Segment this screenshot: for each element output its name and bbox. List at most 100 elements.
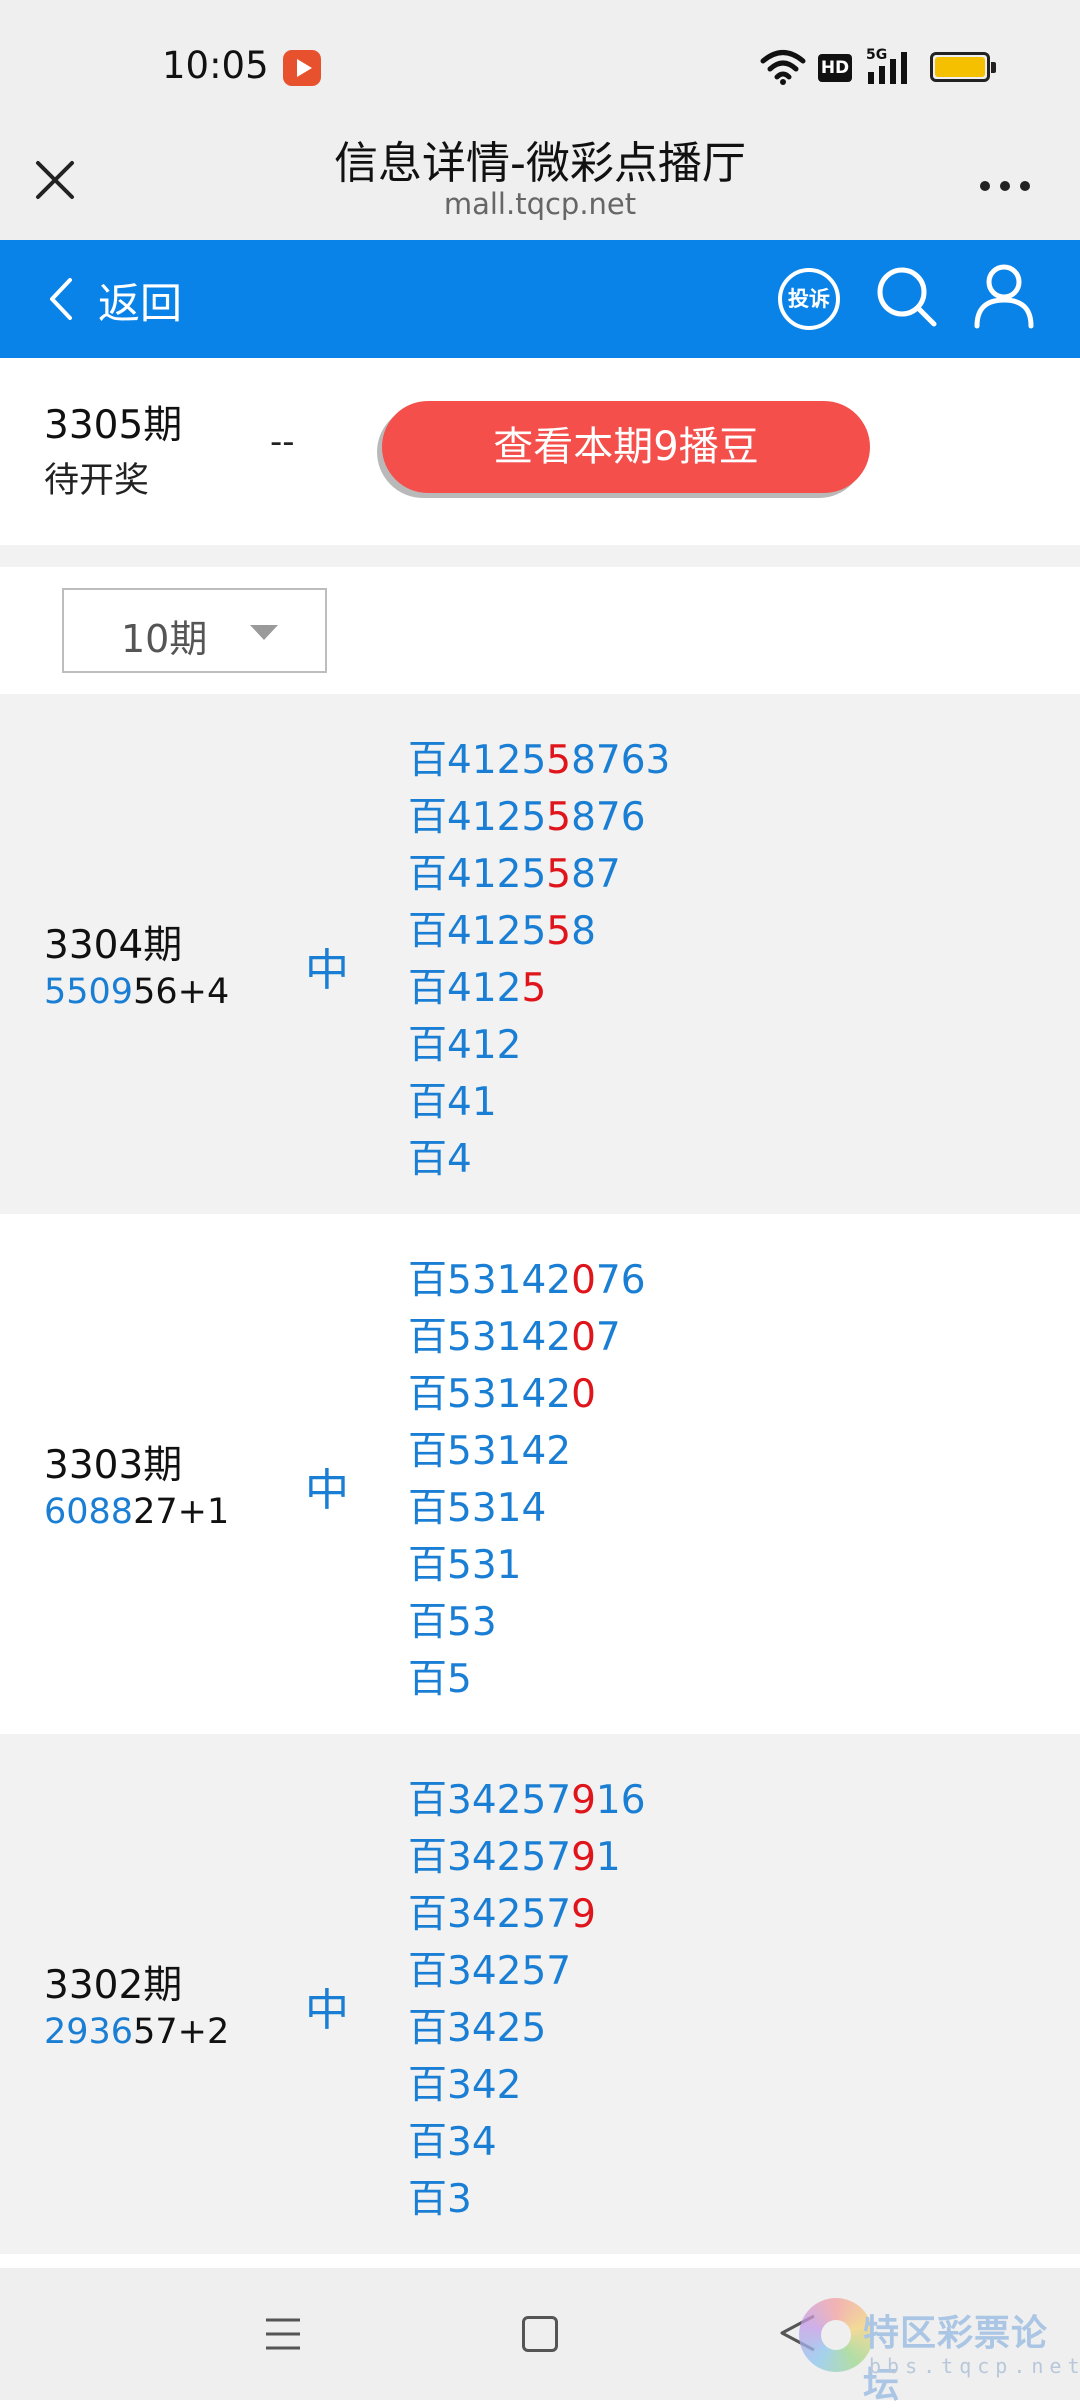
draw-period: 3303期 [44, 1443, 183, 1488]
period-count-value: 10期 [121, 617, 208, 661]
prediction-hit-digit: 5 [546, 795, 572, 840]
prediction-line: 百34 [408, 2114, 646, 2171]
prediction-prefix: 百 [408, 1600, 448, 1645]
prediction-list: 百412558763 百41255876 百4125587 百412558 百4125 百… [408, 732, 670, 1188]
prediction-tail: 8 [571, 909, 596, 954]
prediction-digits: 342 [447, 2063, 522, 2108]
prediction-prefix: 百 [408, 909, 448, 954]
prediction-digits: 412 [447, 966, 522, 1011]
prediction-digits: 34 [447, 2120, 497, 2165]
prediction-digits: 34257 [447, 1778, 572, 1823]
draw-result: 293657+2 [44, 2012, 229, 2052]
forum-logo-icon [799, 2298, 873, 2372]
hit-label: 中 [305, 1465, 349, 1516]
prediction-line: 百4 [408, 1131, 670, 1188]
more-options-icon[interactable] [975, 171, 1035, 201]
prediction-digits: 34257 [447, 1949, 572, 1994]
home-icon[interactable] [522, 2316, 558, 2352]
page-url: mall.tqcp.net [443, 187, 637, 221]
prediction-line: 百3 [408, 2171, 646, 2228]
prediction-prefix: 百 [408, 1372, 448, 1417]
period-count-select[interactable]: 10期 [62, 588, 327, 673]
prediction-hit-digit: 9 [571, 1835, 596, 1880]
back-chevron-icon[interactable] [48, 276, 74, 322]
prediction-prefix: 百 [408, 966, 448, 1011]
prediction-line: 百41255876 [408, 789, 670, 846]
draw-result: 550956+4 [44, 972, 229, 1012]
prediction-prefix: 百 [408, 2120, 448, 2165]
prediction-tail: 8763 [571, 738, 671, 783]
system-nav-bar: 特区彩票论坛 bbs.tqcp.net [0, 2268, 1080, 2406]
prediction-line: 百34257916 [408, 1772, 646, 1829]
back-link[interactable]: 返回 [98, 270, 182, 331]
prediction-line: 百4125587 [408, 846, 670, 903]
prediction-line: 百53142 [408, 1423, 646, 1480]
draw-result: 608827+1 [44, 1492, 229, 1532]
view-prediction-button[interactable]: 查看本期9播豆 [382, 401, 870, 493]
current-issue-panel: 3305期 待开奖 -- 查看本期9播豆 [0, 358, 1080, 545]
menu-icon[interactable] [264, 2316, 302, 2352]
prediction-tail: 87 [571, 852, 621, 897]
prediction-line: 百4125 [408, 960, 670, 1017]
prediction-digits: 412 [447, 1023, 522, 1068]
prediction-hit-digit: 0 [571, 1372, 596, 1417]
prediction-prefix: 百 [408, 1023, 448, 1068]
prediction-tail: 1 [595, 1835, 621, 1880]
complaint-icon[interactable]: 投诉 [778, 268, 840, 330]
draw-result-highlight: 2936 [44, 2012, 134, 2052]
draw-row: 3304期 550956+4 中 百412558763 百41255876 百412… [0, 694, 1080, 1214]
filter-row: 10期 [0, 567, 1080, 694]
prediction-digits: 3 [447, 2177, 472, 2222]
prediction-line: 百3425 [408, 2000, 646, 2057]
prediction-hit-digit: 9 [571, 1778, 596, 1823]
section-divider [0, 545, 1080, 567]
prediction-line: 百342 [408, 2057, 646, 2114]
prediction-prefix: 百 [408, 1137, 448, 1182]
draw-result-rest: 27+1 [133, 1492, 230, 1532]
recording-icon [283, 50, 321, 86]
prediction-digits: 34257 [447, 1892, 572, 1937]
prediction-line: 百5314 [408, 1480, 646, 1537]
prediction-prefix: 百 [408, 2177, 448, 2222]
search-icon[interactable] [874, 264, 940, 330]
prediction-digits: 4125 [447, 852, 547, 897]
prediction-digits: 5314 [447, 1486, 547, 1531]
prediction-prefix: 百 [408, 1778, 448, 1823]
prediction-prefix: 百 [408, 1080, 448, 1125]
draw-period: 3302期 [44, 1963, 183, 2008]
prediction-line: 百531 [408, 1537, 646, 1594]
forum-watermark: 特区彩票论坛 bbs.tqcp.net [795, 2298, 1080, 2406]
prediction-list: 百53142076 百5314207 百531420 百53142 百5314 百531 百… [408, 1252, 646, 1708]
hit-label: 中 [305, 945, 349, 996]
battery-icon [930, 52, 996, 82]
watermark-domain: bbs.tqcp.net [869, 2354, 1080, 2378]
prediction-digits: 53142 [447, 1258, 572, 1303]
prediction-line: 百53 [408, 1594, 646, 1651]
hd-badge: HD [818, 54, 852, 82]
prediction-line: 百412558 [408, 903, 670, 960]
prediction-prefix: 百 [408, 2006, 448, 2051]
draw-row: 3303期 608827+1 中 百53142076 百5314207 百53142… [0, 1214, 1080, 1734]
page-title: 信息详情-微彩点播厅 [334, 138, 746, 189]
prediction-digits: 53142 [447, 1429, 572, 1474]
prediction-line: 百342579 [408, 1886, 646, 1943]
prediction-line: 百53142076 [408, 1252, 646, 1309]
prediction-digits: 4125 [447, 738, 547, 783]
prediction-prefix: 百 [408, 1949, 448, 1994]
prediction-digits: 3425 [447, 2006, 547, 2051]
prediction-prefix: 百 [408, 1315, 448, 1360]
hit-label: 中 [305, 1985, 349, 2036]
signal-icon: 5G [866, 47, 907, 84]
prediction-line: 百3425791 [408, 1829, 646, 1886]
prediction-digits: 53 [447, 1600, 497, 1645]
prediction-prefix: 百 [408, 1543, 448, 1588]
prediction-prefix: 百 [408, 1258, 448, 1303]
status-time: 10:05 [162, 44, 269, 87]
prediction-line: 百412558763 [408, 732, 670, 789]
prediction-tail: 16 [595, 1778, 646, 1823]
draw-result-highlight: 6088 [44, 1492, 134, 1532]
prediction-prefix: 百 [408, 1892, 448, 1937]
prediction-digits: 531 [447, 1543, 522, 1588]
prediction-hit-digit: 9 [571, 1892, 596, 1937]
user-icon[interactable] [972, 262, 1036, 330]
